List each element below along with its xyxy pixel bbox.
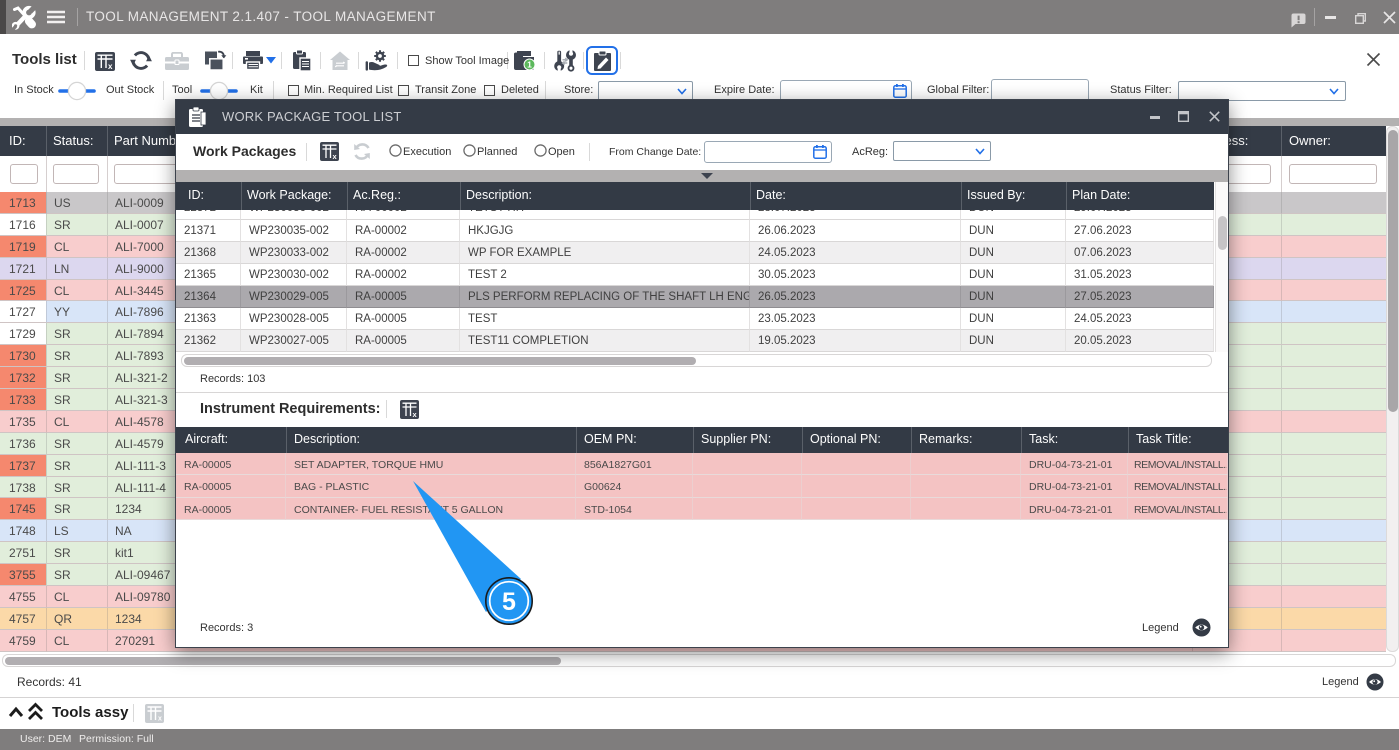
svg-text:x: x <box>158 716 162 723</box>
svg-text:x: x <box>108 62 113 71</box>
svg-text:1: 1 <box>527 60 532 70</box>
